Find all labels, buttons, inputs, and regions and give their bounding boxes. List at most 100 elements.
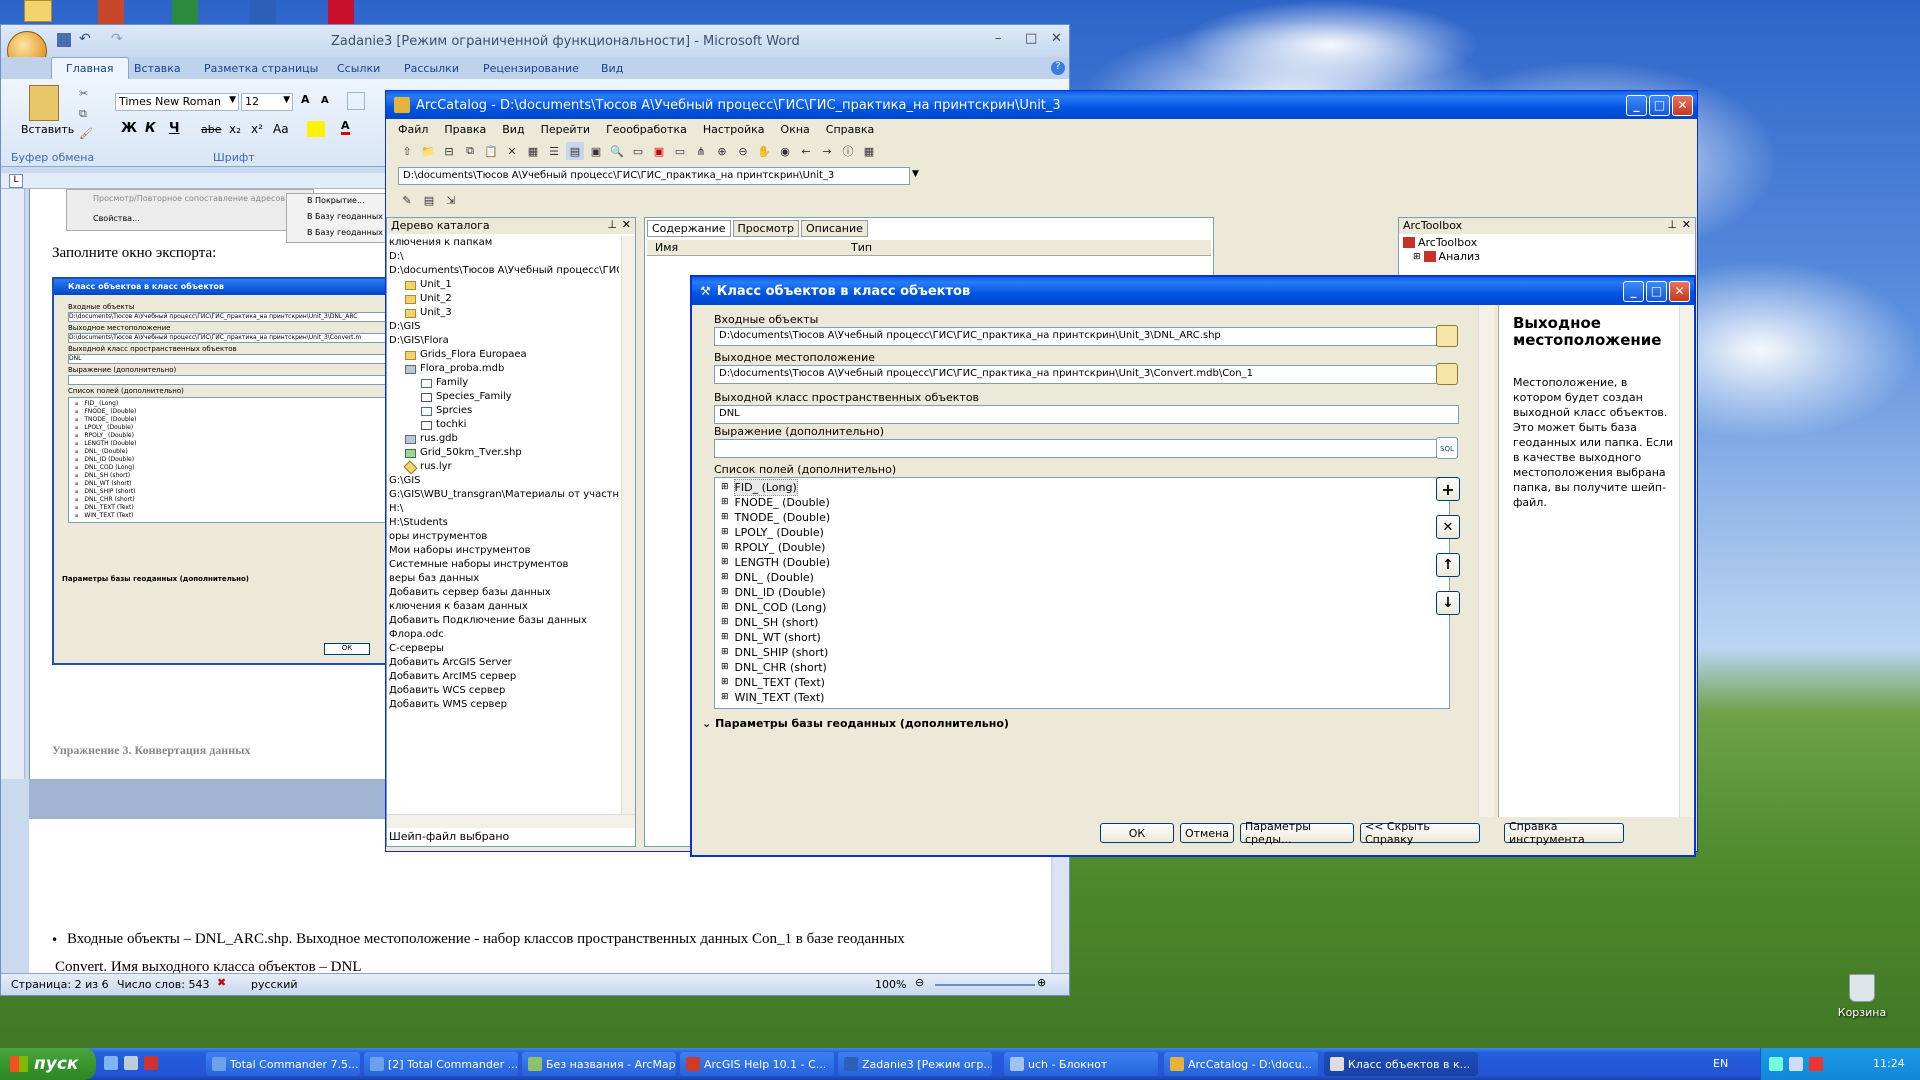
change-case-button[interactable]: Aa bbox=[273, 122, 289, 136]
tray-icon[interactable] bbox=[1809, 1057, 1823, 1071]
field-item[interactable]: ⊞ RPOLY_ (Double) bbox=[721, 540, 1443, 555]
shrink-font-icon[interactable]: A bbox=[321, 95, 329, 106]
subscript-button[interactable]: x₂ bbox=[229, 122, 241, 136]
tree-item[interactable]: Grid_50km_Tver.shp bbox=[389, 446, 619, 460]
expand-icon[interactable]: ⊞ bbox=[721, 495, 729, 510]
tree-item[interactable]: Мои наборы инструментов bbox=[389, 544, 619, 558]
tab-insert[interactable]: Вставка bbox=[134, 62, 181, 75]
app-icon[interactable] bbox=[144, 1056, 158, 1070]
tab-description[interactable]: Описание bbox=[800, 220, 868, 237]
field-item[interactable]: ⊞ LPOLY_ (Double) bbox=[721, 525, 1443, 540]
cut-icon[interactable]: ✂ bbox=[79, 87, 88, 100]
tree-item[interactable]: Species_Family bbox=[389, 390, 619, 404]
catalog-icon[interactable]: ▭ bbox=[629, 142, 647, 160]
minimize-button[interactable]: _ bbox=[1623, 280, 1644, 302]
clock[interactable]: 11:24 bbox=[1873, 1057, 1905, 1070]
folder-icon[interactable] bbox=[24, 0, 52, 22]
close-icon[interactable]: ✕ bbox=[1682, 218, 1691, 231]
full-extent-icon[interactable]: ◉ bbox=[776, 142, 794, 160]
taskbar-item[interactable]: ArcCatalog - D:\docu... bbox=[1164, 1052, 1318, 1076]
minimize-button[interactable]: – bbox=[995, 31, 1002, 46]
expand-icon[interactable]: ⊞ bbox=[721, 585, 729, 600]
tree-item[interactable]: Unit_3 bbox=[389, 306, 619, 320]
tree-item[interactable]: Grids_Flora Europaea bbox=[389, 348, 619, 362]
spellcheck-icon[interactable]: ✖ bbox=[217, 976, 226, 989]
taskbar-item[interactable]: uch - Блокнот bbox=[1004, 1052, 1158, 1076]
move-up-button[interactable]: ↑ bbox=[1436, 553, 1460, 577]
expand-icon[interactable]: ⊞ bbox=[721, 480, 729, 495]
edit-metadata-icon[interactable]: ▤ bbox=[420, 191, 438, 209]
excel-icon[interactable] bbox=[172, 0, 198, 24]
language-indicator[interactable]: EN bbox=[1713, 1057, 1728, 1070]
expand-icon[interactable]: ⊞ bbox=[721, 555, 729, 570]
pan-icon[interactable]: ✋ bbox=[755, 142, 773, 160]
disconnect-icon[interactable]: ⊟ bbox=[440, 142, 458, 160]
tab-layout[interactable]: Разметка страницы bbox=[204, 62, 318, 75]
tab-selector-icon[interactable]: L bbox=[9, 174, 23, 188]
tree-item[interactable]: Добавить сервер базы данных bbox=[389, 586, 619, 600]
taskbar-item[interactable]: Total Commander 7.5... bbox=[206, 1052, 360, 1076]
tree-item[interactable]: D:\GIS bbox=[389, 320, 619, 334]
tree-item[interactable]: H:\ bbox=[389, 502, 619, 516]
paste-icon[interactable] bbox=[29, 85, 59, 121]
undo-icon[interactable]: ↶ bbox=[79, 31, 91, 47]
pdf-icon[interactable] bbox=[328, 0, 354, 24]
underline-button[interactable]: Ч bbox=[169, 121, 180, 136]
strike-button[interactable]: abe bbox=[201, 123, 222, 136]
tab-home[interactable]: Главная bbox=[51, 57, 129, 79]
zoom-slider[interactable] bbox=[935, 984, 1035, 986]
modelbuilder-icon[interactable]: ⋔ bbox=[692, 142, 710, 160]
tree-item[interactable]: G:\GIS bbox=[389, 474, 619, 488]
field-item[interactable]: ⊞ DNL_TEXT (Text) bbox=[721, 675, 1443, 690]
superscript-button[interactable]: x² bbox=[251, 122, 263, 136]
menu-help[interactable]: Справка bbox=[826, 123, 874, 136]
tree-item[interactable]: rus.gdb bbox=[389, 432, 619, 446]
field-item[interactable]: ⊞ FNODE_ (Double) bbox=[721, 495, 1443, 510]
list-icon[interactable]: ☰ bbox=[545, 142, 563, 160]
expand-icon[interactable]: ⊞ bbox=[721, 540, 729, 555]
menu-view[interactable]: Вид bbox=[502, 123, 524, 136]
bold-button[interactable]: Ж bbox=[121, 121, 137, 136]
tree-item[interactable]: ключения к базам данных bbox=[389, 600, 619, 614]
delete-field-button[interactable]: ✕ bbox=[1436, 515, 1460, 539]
field-item[interactable]: ⊞ DNL_COD (Long) bbox=[721, 600, 1443, 615]
metadata-icon[interactable]: ✎ bbox=[398, 191, 416, 209]
expand-icon[interactable]: ⊞ bbox=[1413, 252, 1421, 262]
copy-icon[interactable]: ⧉ bbox=[461, 142, 479, 160]
field-item[interactable]: ⊞ TNODE_ (Double) bbox=[721, 510, 1443, 525]
status-lang[interactable]: русский bbox=[251, 978, 298, 991]
grow-font-icon[interactable]: A bbox=[301, 93, 310, 106]
ie-icon[interactable] bbox=[104, 1056, 118, 1070]
expand-icon[interactable]: ⊞ bbox=[721, 690, 729, 705]
pin-icon[interactable]: ⊥ bbox=[1667, 218, 1677, 231]
tree-item[interactable]: tochki bbox=[389, 418, 619, 432]
identify-icon[interactable]: ⓘ bbox=[839, 142, 857, 160]
input-features-field[interactable]: D:\documents\Тюсов А\Учебный процесс\ГИС… bbox=[714, 327, 1450, 346]
move-down-button[interactable]: ↓ bbox=[1436, 591, 1460, 615]
font-size-select[interactable]: 12 ▼ bbox=[241, 93, 293, 111]
close-icon[interactable]: ✕ bbox=[622, 218, 631, 231]
expand-icon[interactable]: ⊞ bbox=[721, 645, 729, 660]
up-folder-icon[interactable]: ⇧ bbox=[398, 142, 416, 160]
tree-item[interactable]: Добавить ArcGIS Server bbox=[389, 656, 619, 670]
field-item[interactable]: ⊞ FID_ (Long) bbox=[721, 479, 1443, 496]
field-item[interactable]: ⊞ DNL_SH (short) bbox=[721, 615, 1443, 630]
tab-references[interactable]: Ссылки bbox=[337, 62, 380, 75]
tree-item[interactable]: D:\GIS\Flora bbox=[389, 334, 619, 348]
python-icon[interactable]: ▭ bbox=[671, 142, 689, 160]
sql-icon[interactable]: SQL bbox=[1436, 437, 1458, 459]
tree-item[interactable]: Системные наборы инструментов bbox=[389, 558, 619, 572]
tree-item[interactable]: D:\documents\Тюсов А\Учебный процесс\ГИС… bbox=[389, 264, 619, 278]
tree-item[interactable]: G:\GIS\WBU_transgran\Материалы от участн… bbox=[389, 488, 619, 502]
tree-item[interactable]: Unit_1 bbox=[389, 278, 619, 292]
italic-button[interactable]: К bbox=[145, 121, 156, 136]
toolbox-root[interactable]: ArcToolbox bbox=[1403, 236, 1477, 249]
expand-icon[interactable]: ⊞ bbox=[721, 600, 729, 615]
forward-icon[interactable]: → bbox=[818, 142, 836, 160]
delete-icon[interactable]: ✕ bbox=[503, 142, 521, 160]
output-class-field[interactable]: DNL bbox=[714, 405, 1459, 424]
save-icon[interactable] bbox=[57, 33, 71, 47]
search-icon[interactable]: 🔍 bbox=[608, 142, 626, 160]
tree-item[interactable]: Sprcies bbox=[389, 404, 619, 418]
browse-folder-icon[interactable] bbox=[1436, 363, 1458, 385]
